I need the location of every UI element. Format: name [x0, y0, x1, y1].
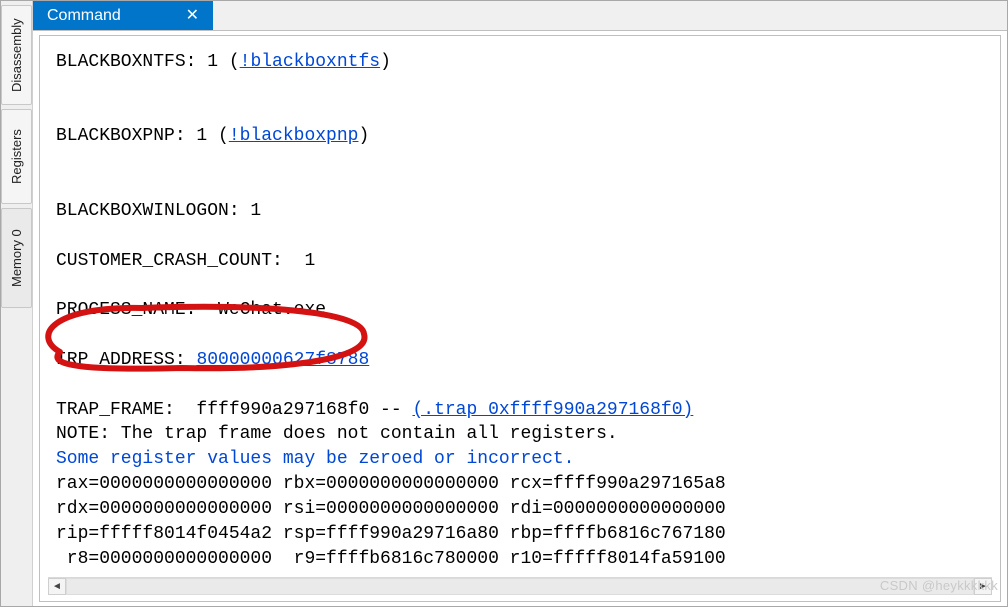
tab-command[interactable]: Command ✕ — [33, 1, 213, 30]
line-trap-frame: TRAP_FRAME: ffff990a297168f0 -- (.trap 0… — [56, 400, 693, 420]
horizontal-scrollbar[interactable]: ◄ ► — [48, 577, 992, 595]
line-customer-crash-count: CUSTOMER_CRASH_COUNT: 1 — [56, 251, 315, 271]
line-blackboxwinlogon: BLACKBOXWINLOGON: 1 — [56, 201, 261, 221]
tab-registers[interactable]: Registers — [1, 109, 32, 204]
line-blackboxpnp: BLACKBOXPNP: 1 (!blackboxpnp) — [56, 126, 369, 146]
side-tab-strip: Disassembly Registers Memory 0 — [1, 1, 33, 606]
link-trap-frame[interactable]: (.trap 0xffff990a297168f0) — [412, 400, 693, 420]
line-blackboxntfs: BLACKBOXNTFS: 1 (!blackboxntfs) — [56, 52, 391, 72]
line-irp-address: IRP_ADDRESS: 80000000627f8788 — [56, 350, 369, 370]
tab-disassembly[interactable]: Disassembly — [1, 5, 32, 105]
close-icon[interactable]: ✕ — [186, 8, 199, 24]
line-process-name: PROCESS_NAME: WeChat.exe — [56, 300, 326, 320]
tab-header: Command ✕ — [33, 1, 1007, 31]
line-note: NOTE: The trap frame does not contain al… — [56, 424, 618, 444]
line-register-warning: Some register values may be zeroed or in… — [56, 449, 574, 469]
scroll-right-icon[interactable]: ► — [974, 578, 992, 595]
scroll-left-icon[interactable]: ◄ — [48, 578, 66, 595]
command-output[interactable]: BLACKBOXNTFS: 1 (!blackboxntfs) BLACKBOX… — [40, 36, 1000, 577]
link-irp-address[interactable]: 80000000627f8788 — [196, 350, 369, 370]
tab-command-label: Command — [47, 7, 121, 25]
command-output-frame: BLACKBOXNTFS: 1 (!blackboxntfs) BLACKBOX… — [39, 35, 1001, 602]
scroll-track[interactable] — [66, 578, 974, 595]
link-blackboxntfs[interactable]: !blackboxntfs — [240, 52, 380, 72]
line-reg-r8: r8=0000000000000000 r9=ffffb6816c780000 … — [56, 549, 726, 569]
tab-memory-0[interactable]: Memory 0 — [1, 208, 32, 308]
line-reg-rip: rip=fffff8014f0454a2 rsp=ffff990a29716a8… — [56, 524, 726, 544]
line-reg-rdx: rdx=0000000000000000 rsi=000000000000000… — [56, 499, 726, 519]
link-blackboxpnp[interactable]: !blackboxpnp — [229, 126, 359, 146]
line-reg-rax: rax=0000000000000000 rbx=000000000000000… — [56, 474, 726, 494]
